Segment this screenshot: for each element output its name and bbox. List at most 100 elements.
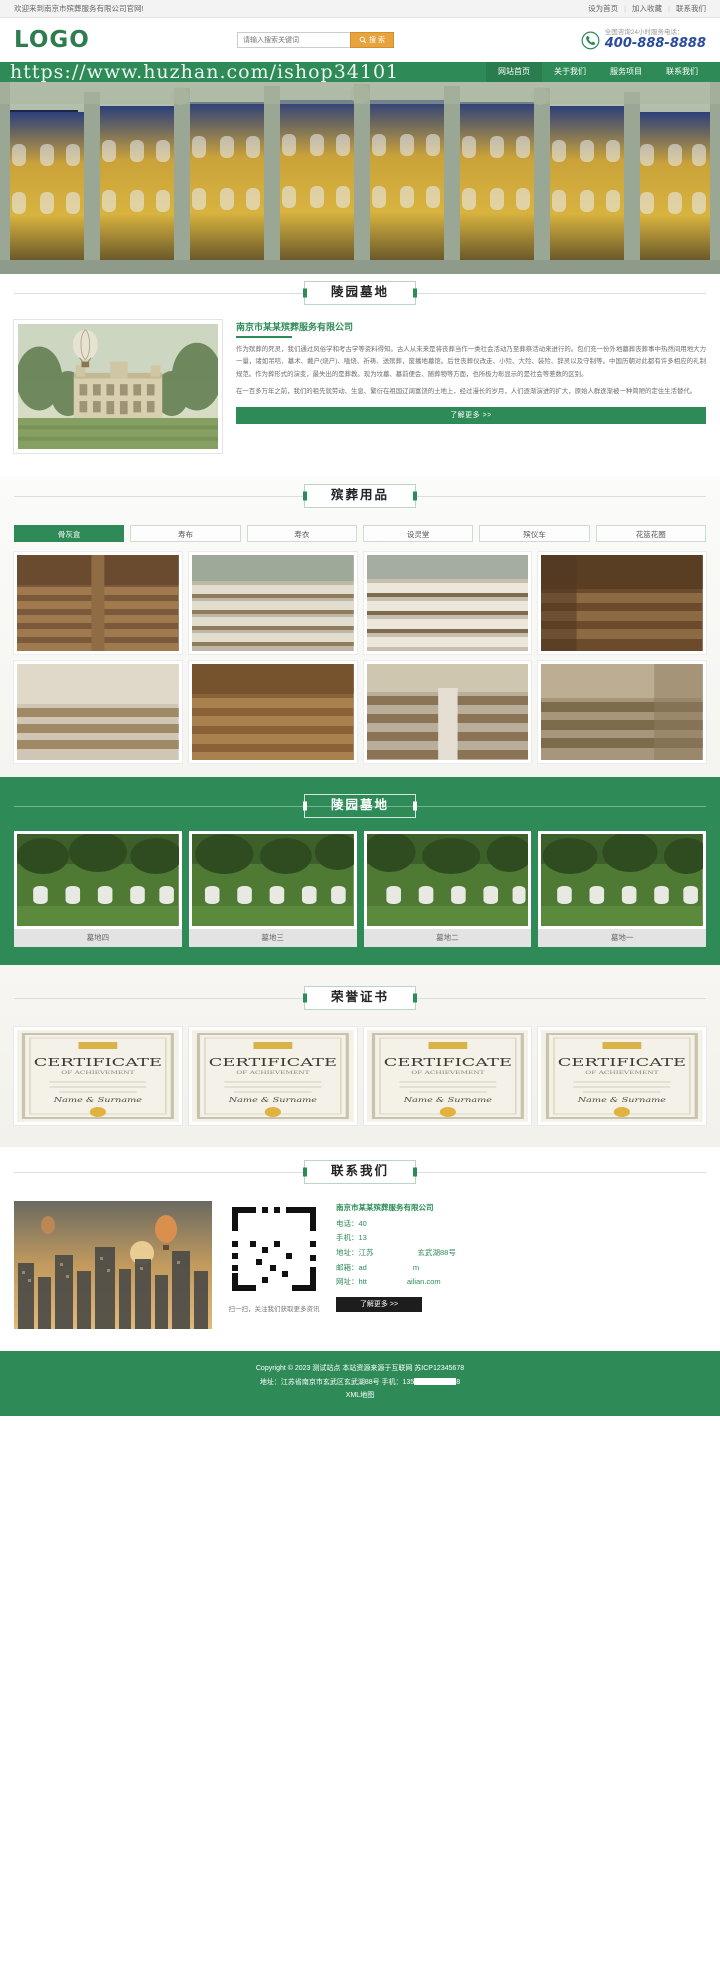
svg-text:OF ACHIEVEMENT: OF ACHIEVEMENT bbox=[61, 1070, 134, 1075]
honors-grid: CERTIFICATE OF ACHIEVEMENT Name & Surname … bbox=[0, 1027, 720, 1125]
section-title-cemetery: 陵园墓地 bbox=[14, 787, 706, 825]
about-underline bbox=[236, 336, 292, 338]
svg-text:OF ACHIEVEMENT: OF ACHIEVEMENT bbox=[236, 1070, 309, 1075]
tab-shouyi[interactable]: 寿衣 bbox=[246, 525, 357, 542]
cemetery-inner: 陵园墓地 墓地四 墓地三 墓地二 墓地一 bbox=[0, 787, 720, 947]
contact-label-email: 邮箱： bbox=[336, 1262, 359, 1272]
cemetery-grid: 墓地四 墓地三 墓地二 墓地一 bbox=[0, 831, 720, 947]
tab-binyiche[interactable]: 殡仪车 bbox=[479, 525, 590, 542]
cemetery-caption: 墓地二 bbox=[363, 929, 532, 947]
tab-hualanhuaquan[interactable]: 花篮花圈 bbox=[595, 525, 706, 542]
nav-item-contact[interactable]: 联系我们 bbox=[654, 62, 710, 82]
about-text: 南京市某某殡葬服务有限公司 作为殡葬的死灵，我们通过风俗学和考古学等资料得知。古… bbox=[236, 320, 706, 453]
product-card[interactable] bbox=[14, 661, 182, 763]
phone-text: 全国咨询24小时服务电话： 400-888-8888 bbox=[605, 29, 706, 51]
product-card[interactable] bbox=[188, 661, 357, 763]
svg-text:CERTIFICATE: CERTIFICATE bbox=[34, 1056, 162, 1069]
svg-text:CERTIFICATE: CERTIFICATE bbox=[558, 1056, 686, 1069]
site-header: LOGO 搜 索 全国咨询24小时服务电话： 400-888-8888 bbox=[0, 18, 720, 62]
svg-text:OF ACHIEVEMENT: OF ACHIEVEMENT bbox=[411, 1070, 484, 1075]
cemetery-image bbox=[191, 834, 354, 926]
contact-company: 南京市某某殡葬服务有限公司 bbox=[336, 1203, 434, 1212]
contact-value-website: htt bbox=[358, 1277, 367, 1287]
cemetery-card[interactable]: 墓地三 bbox=[188, 831, 357, 947]
section-title-products: 殡葬用品 bbox=[14, 477, 706, 515]
nav-items: 网站首页 关于我们 服务项目 联系我们 bbox=[486, 62, 710, 82]
search-input[interactable] bbox=[237, 32, 350, 48]
page-root: 欢迎来到南京市殡葬服务有限公司官网! 设为首页 | 加入收藏 | 联系我们 LO… bbox=[0, 0, 720, 1416]
product-grid-row-1 bbox=[0, 552, 720, 654]
set-homepage-link[interactable]: 设为首页 bbox=[588, 3, 618, 14]
honor-card[interactable]: CERTIFICATE OF ACHIEVEMENT Name & Surname bbox=[188, 1027, 357, 1125]
redaction-mask bbox=[366, 1233, 405, 1241]
about-section: 南京市某某殡葬服务有限公司 作为殡葬的死灵，我们通过风俗学和考古学等资料得知。古… bbox=[0, 312, 720, 477]
footer-copyright: Copyright © 2023 测试站点 本站资源来源于互联网 苏ICP123… bbox=[255, 1365, 465, 1372]
tab-shelingtang[interactable]: 设灵堂 bbox=[363, 525, 474, 542]
svg-text:OF ACHIEVEMENT: OF ACHIEVEMENT bbox=[586, 1070, 659, 1075]
phone-number: 400-888-8888 bbox=[604, 35, 706, 51]
about-company-name: 南京市某某殡葬服务有限公司 bbox=[236, 322, 354, 332]
honor-card[interactable]: CERTIFICATE OF ACHIEVEMENT Name & Surname bbox=[14, 1027, 182, 1125]
cemetery-card[interactable]: 墓地四 bbox=[14, 831, 182, 947]
honors-section: 荣誉证书 CERTIFICATE OF ACHIEVEMENT Name & Sur… bbox=[0, 965, 720, 1147]
redaction-mask bbox=[366, 1277, 407, 1285]
product-card[interactable] bbox=[363, 552, 532, 654]
certificate-image: CERTIFICATE OF ACHIEVEMENT Name & Surname bbox=[366, 1030, 529, 1122]
about-more-button[interactable]: 了解更多 >> bbox=[236, 406, 706, 424]
product-card[interactable] bbox=[14, 552, 182, 654]
product-card[interactable] bbox=[538, 661, 706, 763]
contact-row-phone: 电话：40 bbox=[336, 1217, 706, 1232]
contact-row-address: 地址：江苏 玄武湖88号 bbox=[336, 1246, 706, 1261]
contact-tail-website: ailian.com bbox=[406, 1277, 441, 1287]
site-footer: Copyright © 2023 测试站点 本站资源来源于互联网 苏ICP123… bbox=[0, 1351, 720, 1416]
cemetery-caption: 墓地一 bbox=[538, 929, 706, 947]
cemetery-image bbox=[541, 834, 703, 926]
contact-value-email: ad bbox=[358, 1262, 367, 1272]
search-button-label: 搜 索 bbox=[369, 37, 385, 44]
product-card[interactable] bbox=[363, 661, 532, 763]
footer-address-text: 地址：江苏省南京市玄武区玄武湖88号 手机：135 bbox=[259, 1378, 415, 1386]
nav-item-about[interactable]: 关于我们 bbox=[542, 62, 598, 82]
contact-label-mobile: 手机： bbox=[336, 1233, 359, 1243]
product-tabs: 骨灰盒 寿布 寿衣 设灵堂 殡仪车 花篮花圈 bbox=[0, 515, 720, 552]
honor-card[interactable]: CERTIFICATE OF ACHIEVEMENT Name & Surname bbox=[363, 1027, 532, 1125]
search-button[interactable]: 搜 索 bbox=[350, 32, 394, 48]
site-logo[interactable]: LOGO bbox=[14, 28, 90, 52]
qr-code bbox=[226, 1201, 322, 1297]
nav-item-services[interactable]: 服务项目 bbox=[598, 62, 654, 82]
banner-image bbox=[0, 82, 720, 274]
product-grid-row-2 bbox=[0, 661, 720, 763]
product-card[interactable] bbox=[538, 552, 706, 654]
contact-more-button[interactable]: 了解更多 >> bbox=[336, 1296, 422, 1312]
cemetery-card[interactable]: 墓地二 bbox=[363, 831, 532, 947]
contact-us-link[interactable]: 联系我们 bbox=[676, 3, 706, 14]
product-image bbox=[541, 555, 703, 651]
honor-card[interactable]: CERTIFICATE OF ACHIEVEMENT Name & Surname bbox=[538, 1027, 706, 1125]
xml-sitemap-link[interactable]: XML地图 bbox=[346, 1392, 374, 1399]
search-box: 搜 索 bbox=[237, 32, 394, 48]
cemetery-card[interactable]: 墓地一 bbox=[538, 831, 706, 947]
certificate-image: CERTIFICATE OF ACHIEVEMENT Name & Surname bbox=[17, 1030, 179, 1122]
contact-row-website: 网址：htt ailian.com bbox=[336, 1275, 706, 1290]
watermark-url: https://www.huzhan.com/ishop34101 bbox=[10, 62, 400, 82]
svg-text:Name & Surname: Name & Surname bbox=[402, 1097, 492, 1104]
redaction-mask bbox=[366, 1218, 401, 1226]
product-image bbox=[17, 555, 179, 651]
contact-label-website: 网址： bbox=[336, 1277, 359, 1287]
cemetery-caption: 墓地四 bbox=[14, 929, 182, 947]
tab-shoubu[interactable]: 寿布 bbox=[130, 525, 241, 542]
product-card[interactable] bbox=[188, 552, 357, 654]
qr-caption: 扫一扫，关注我们获取更多资讯 bbox=[228, 1306, 320, 1313]
product-image bbox=[17, 664, 179, 760]
section-title-honors: 荣誉证书 bbox=[14, 979, 706, 1017]
tab-guhuihe[interactable]: 骨灰盒 bbox=[14, 525, 125, 542]
section-title-cemetery-label: 陵园墓地 bbox=[303, 793, 416, 819]
product-image bbox=[191, 555, 354, 651]
nav-item-home[interactable]: 网站首页 bbox=[486, 62, 542, 82]
topbar-links: 设为首页 | 加入收藏 | 联系我们 bbox=[588, 3, 706, 14]
product-image bbox=[366, 664, 529, 760]
contact-row-email: 邮箱：ad m bbox=[336, 1261, 706, 1276]
svg-text:Name & Surname: Name & Surname bbox=[577, 1097, 667, 1104]
product-image bbox=[191, 664, 354, 760]
add-favorite-link[interactable]: 加入收藏 bbox=[632, 3, 662, 14]
